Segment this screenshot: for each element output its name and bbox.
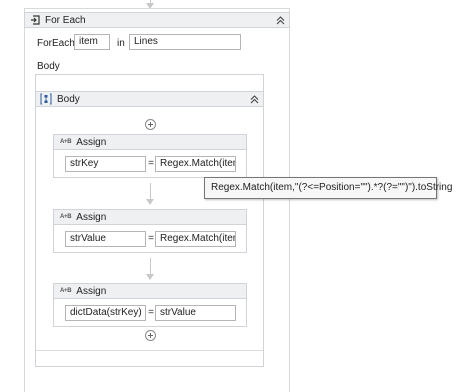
collapse-foreach-icon[interactable]	[274, 14, 286, 26]
assign-icon: A+B	[60, 139, 72, 145]
foreach-label: ForEach	[37, 38, 75, 49]
assign-3-equals: =	[148, 307, 154, 318]
expression-tooltip: Regex.Match(item,"(?<=Position="").*?(?=…	[204, 177, 452, 199]
connector-1-2-arrow	[146, 199, 154, 205]
assign-2-value-field[interactable]: Regex.Match(item,	[155, 231, 236, 247]
assign-3-to-field[interactable]: dictData(strKey)	[65, 305, 146, 321]
body-label: Body	[37, 61, 60, 72]
assign-1-title: Assign	[76, 136, 107, 148]
workflow-canvas: For Each ForEach item in Lines Body Body…	[0, 0, 474, 392]
foreach-title: For Each	[45, 14, 86, 26]
add-activity-bottom-button[interactable]	[145, 330, 156, 341]
assign-2-to-field[interactable]: strValue	[65, 231, 146, 247]
foreach-header[interactable]: For Each	[24, 12, 290, 28]
assign-2-title: Assign	[76, 211, 107, 223]
body-sequence-title: Body	[57, 93, 80, 105]
assign-3-title: Assign	[76, 285, 107, 297]
foreach-collection-field[interactable]: Lines	[129, 34, 241, 50]
assign-2-equals: =	[148, 233, 154, 244]
add-activity-top-button[interactable]	[145, 119, 156, 130]
assign-3-value-field[interactable]: strValue	[155, 305, 236, 321]
assign-1-value-field[interactable]: Regex.Match(item,	[155, 156, 236, 172]
assign-1-to-field[interactable]: strKey	[65, 156, 146, 172]
connector-2-3-arrow	[146, 274, 154, 280]
collapse-body-icon[interactable]	[248, 93, 260, 105]
assign-1-header[interactable]: A+B Assign	[53, 134, 247, 150]
sequence-icon	[40, 93, 52, 105]
foreach-item-field[interactable]: item	[74, 34, 110, 50]
assign-icon: A+B	[60, 214, 72, 220]
assign-2-header[interactable]: A+B Assign	[53, 209, 247, 225]
foreach-icon	[30, 15, 40, 25]
assign-activity-1[interactable]: A+B Assign strKey = Regex.Match(item,	[53, 134, 247, 178]
assign-activity-3[interactable]: A+B Assign dictData(strKey) = strValue	[53, 283, 247, 327]
assign-3-header[interactable]: A+B Assign	[53, 283, 247, 299]
assign-activity-2[interactable]: A+B Assign strValue = Regex.Match(item,	[53, 209, 247, 253]
assign-icon: A+B	[60, 288, 72, 294]
in-label: in	[117, 38, 125, 49]
body-sequence-header[interactable]: Body	[36, 91, 263, 107]
assign-1-equals: =	[148, 158, 154, 169]
